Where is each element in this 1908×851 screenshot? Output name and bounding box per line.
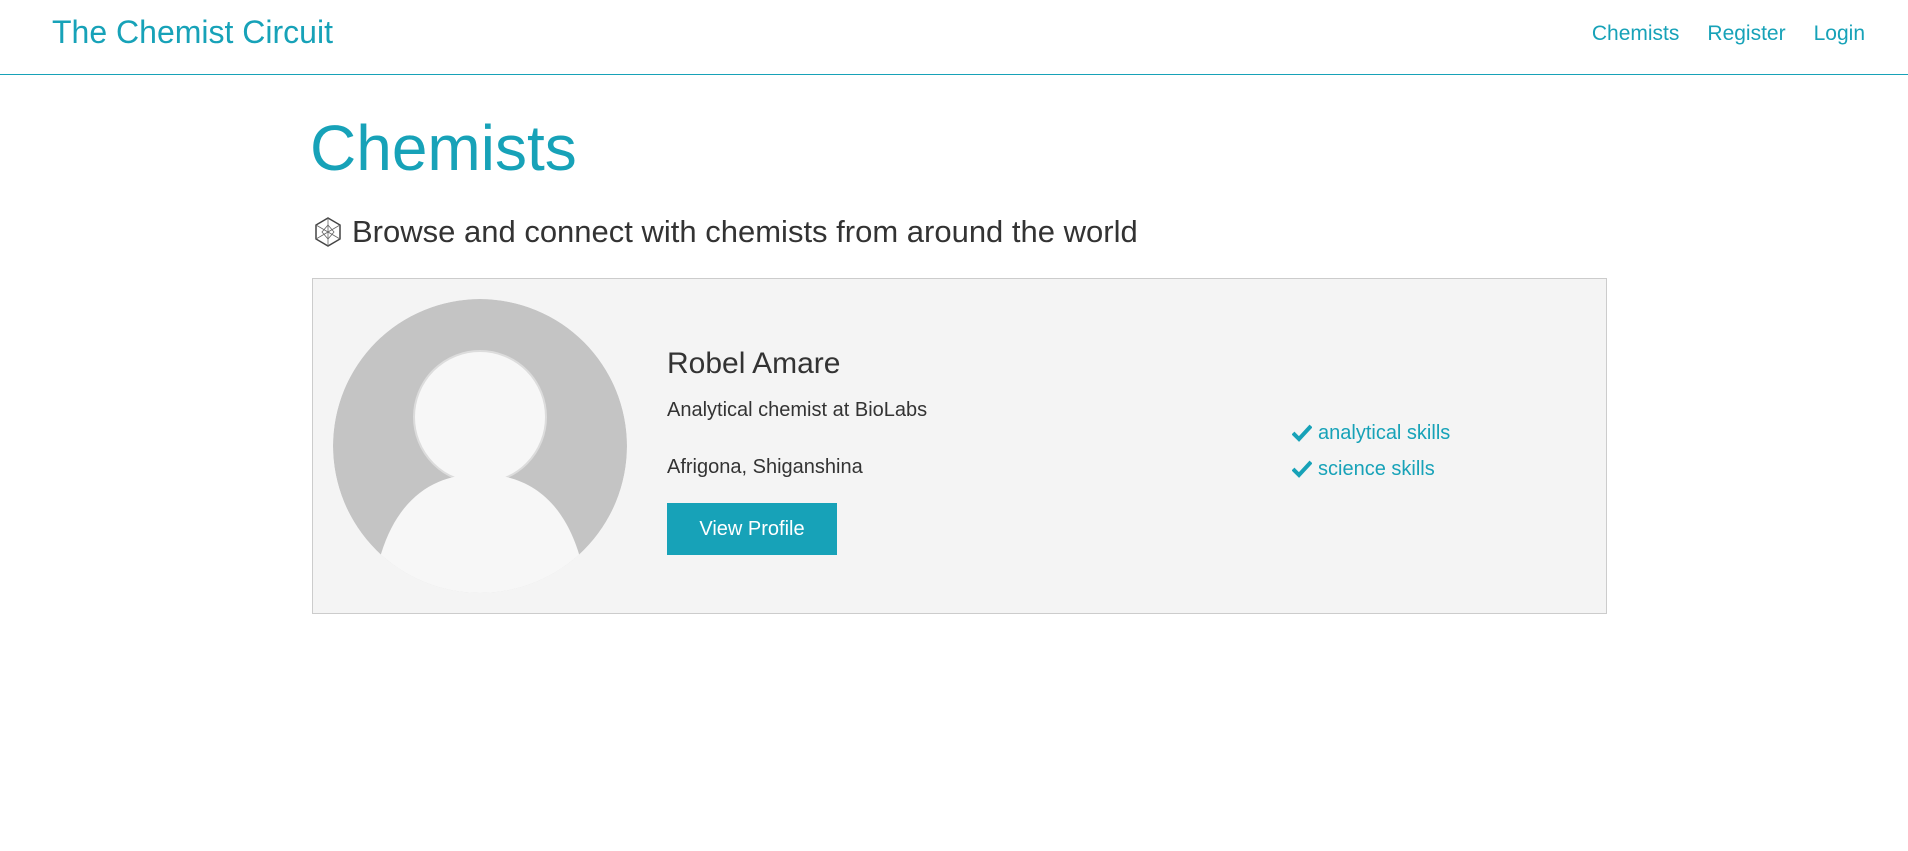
page-lead: Browse and connect with chemists from ar… (312, 214, 1138, 250)
navbar: The Chemist Circuit Chemists Register Lo… (0, 0, 1908, 75)
profile-location: Afrigona, Shiganshina (667, 456, 863, 478)
profile-card: Robel Amare Analytical chemist at BioLab… (312, 278, 1607, 614)
nav-links: Chemists Register Login (1592, 22, 1865, 46)
nav-link-login[interactable]: Login (1814, 22, 1865, 46)
skill-item: science skills (1292, 451, 1450, 487)
skill-item: analytical skills (1292, 415, 1450, 451)
avatar (333, 299, 627, 593)
molecule-icon (312, 216, 344, 248)
skills-list: analytical skills science skills (1292, 415, 1450, 487)
check-icon (1292, 460, 1312, 478)
profile-name: Robel Amare (667, 347, 841, 380)
nav-link-register[interactable]: Register (1707, 22, 1785, 46)
check-icon (1292, 424, 1312, 442)
brand-link[interactable]: The Chemist Circuit (52, 14, 333, 51)
profile-title: Analytical chemist at BioLabs (667, 399, 928, 421)
page-title: Chemists (310, 112, 577, 184)
nav-link-chemists[interactable]: Chemists (1592, 22, 1680, 46)
skill-label: science skills (1318, 457, 1435, 480)
skill-label: analytical skills (1318, 421, 1451, 444)
view-profile-button[interactable]: View Profile (667, 503, 837, 555)
page-lead-text: Browse and connect with chemists from ar… (352, 214, 1138, 249)
profile-info: Robel Amare Analytical chemist at BioLab… (667, 347, 927, 555)
